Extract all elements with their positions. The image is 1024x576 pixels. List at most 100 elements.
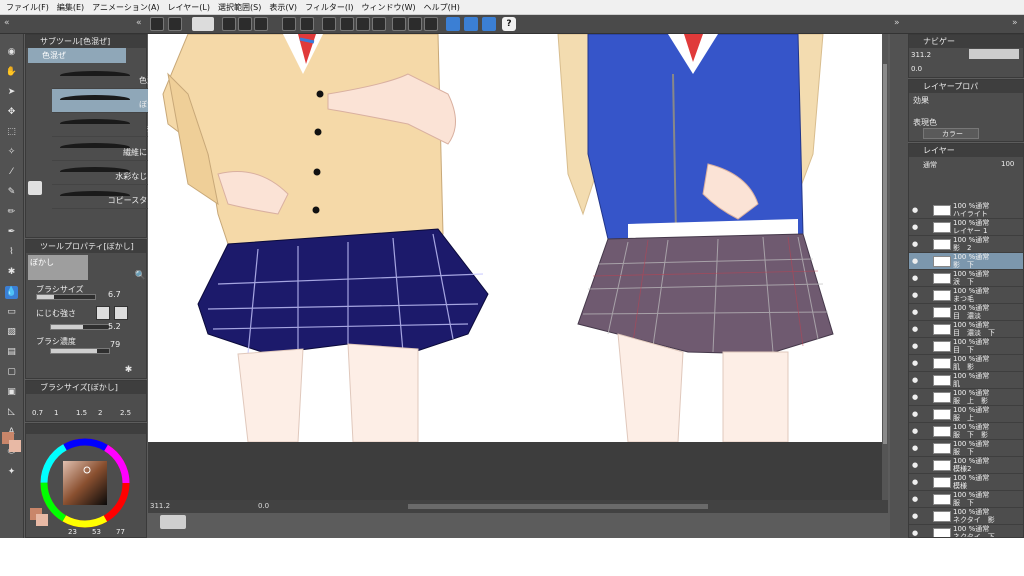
eye-icon[interactable]: ● (912, 257, 920, 265)
menu-item[interactable]: アニメーション(A) (88, 2, 163, 13)
eye-icon[interactable]: ● (912, 291, 920, 299)
crop-icon[interactable] (424, 17, 438, 31)
menu-item[interactable]: レイヤー(L) (164, 2, 214, 13)
canvas-horizontal-scrollbar[interactable] (408, 504, 708, 509)
color-sub-swatch[interactable] (36, 514, 48, 526)
clip-studio-icon[interactable] (192, 17, 214, 31)
menu-item[interactable]: 表示(V) (265, 2, 301, 13)
color-mode-select[interactable]: カラー (923, 128, 979, 139)
layer-row[interactable]: ● 100 %通常服 上 (909, 406, 1023, 423)
layer-row[interactable]: ● 100 %通常涙 下 (909, 270, 1023, 287)
sub-color-swatch[interactable] (9, 440, 21, 452)
transform-icon[interactable] (322, 17, 336, 31)
layer-row[interactable]: ● 100 %通常目 下 (909, 338, 1023, 355)
menu-item[interactable]: フィルター(I) (301, 2, 357, 13)
color-wheel[interactable] (38, 436, 138, 536)
layer-row[interactable]: ● 100 %通常服 下 (909, 491, 1023, 508)
eye-icon[interactable]: ● (912, 461, 920, 469)
eyedropper-tool-icon[interactable]: ⁄ (5, 166, 18, 179)
save-icon[interactable] (254, 17, 268, 31)
density-slider[interactable] (50, 348, 110, 354)
eye-icon[interactable]: ● (912, 223, 920, 231)
subtool-avatar-icon[interactable] (28, 181, 42, 195)
canvas[interactable] (148, 34, 882, 442)
layer-row[interactable]: ● 100 %通常 まつ毛 (909, 287, 1023, 304)
eye-icon[interactable]: ● (912, 240, 920, 248)
layer-row[interactable]: ● 100 %通常 ハイライト (909, 202, 1023, 219)
brush-size-preset[interactable]: 1.5 (76, 409, 87, 417)
layer-row[interactable]: ● 100 %通常 ネクタイ 下 (909, 525, 1023, 537)
eye-icon[interactable]: ● (912, 478, 920, 486)
pencil-tool-icon[interactable]: ✏ (5, 206, 18, 219)
gradient-tool-icon[interactable]: ▤ (5, 346, 18, 359)
canvas-area[interactable] (148, 34, 888, 500)
layer-row[interactable]: ● 100 %通常目 濃淡 (909, 304, 1023, 321)
hand-tool-icon[interactable]: ✋ (5, 66, 18, 79)
layer-row[interactable]: ● 100 %通常肌 (909, 372, 1023, 389)
layer-row[interactable]: ● 100 %通常服 下 (909, 440, 1023, 457)
brush-tool-icon[interactable]: ✒ (5, 226, 18, 239)
move-layer-tool-icon[interactable]: ✥ (5, 106, 18, 119)
menu-item[interactable]: ファイル(F) (2, 2, 53, 13)
blend-strength-slider[interactable] (50, 324, 110, 330)
eye-icon[interactable]: ● (912, 342, 920, 350)
brush-size-preset[interactable]: 0.7 (32, 409, 43, 417)
eye-icon[interactable]: ● (912, 308, 920, 316)
open-file-icon[interactable] (238, 17, 252, 31)
layer-row[interactable]: ● 100 %通常服 上 影 (909, 389, 1023, 406)
deselect-icon[interactable] (392, 17, 406, 31)
eye-icon[interactable]: ● (912, 325, 920, 333)
layer-row[interactable]: ● 100 %通常服 下 影 (909, 423, 1023, 440)
ruler-snap-icon[interactable] (446, 17, 460, 31)
decoration-tool-icon[interactable]: ✱ (5, 266, 18, 279)
navigator-controls[interactable] (969, 49, 1019, 59)
layer-row[interactable]: ● 100 %通常 レイヤー 1 (909, 219, 1023, 236)
pressure-icon[interactable] (96, 306, 110, 320)
eye-icon[interactable]: ● (912, 512, 920, 520)
new-canvas-icon[interactable] (150, 17, 164, 31)
airbrush-tool-icon[interactable]: ⌇ (5, 246, 18, 259)
brush-size-preset[interactable]: 1 (54, 409, 58, 417)
brush-size-preset[interactable]: 2.5 (120, 409, 131, 417)
select-all-icon[interactable] (340, 17, 354, 31)
fill-tool-icon[interactable]: ▨ (5, 326, 18, 339)
eye-icon[interactable]: ● (912, 410, 920, 418)
eye-icon[interactable]: ● (912, 359, 920, 367)
correction-tool-icon[interactable]: ✦ (5, 466, 18, 479)
fill-icon[interactable] (356, 17, 370, 31)
collapse-right-end-icon[interactable]: » (1012, 18, 1018, 28)
zoom-tool-icon[interactable]: ◉ (5, 46, 18, 59)
menu-item[interactable]: ヘルプ(H) (420, 2, 464, 13)
eraser-tool-icon[interactable]: ▭ (5, 306, 18, 319)
collapse-icon[interactable]: « (136, 18, 142, 28)
grid-snap-icon[interactable] (482, 17, 496, 31)
eye-icon[interactable]: ● (912, 274, 920, 282)
layer-row[interactable]: ● 100 %通常影 2 (909, 236, 1023, 253)
layout-icon[interactable] (168, 17, 182, 31)
figure-tool-icon[interactable]: ▢ (5, 366, 18, 379)
layer-row[interactable]: ● 100 %通常目 濃淡 下 (909, 321, 1023, 338)
undo-icon[interactable] (282, 17, 296, 31)
eye-icon[interactable]: ● (912, 529, 920, 537)
eye-icon[interactable]: ● (912, 495, 920, 503)
auto-select-tool-icon[interactable]: ✧ (5, 146, 18, 159)
redo-icon[interactable] (300, 17, 314, 31)
tool-settings-icon[interactable]: ✱ (122, 364, 135, 377)
brush-size-slider[interactable] (36, 294, 96, 300)
help-button[interactable]: ? (502, 17, 516, 31)
canvas-vertical-scrollbar[interactable] (882, 34, 888, 500)
subtool-group-tab[interactable]: 色混ぜ (28, 48, 126, 63)
timeline-icon[interactable] (160, 515, 186, 529)
layer-row[interactable]: ● 100 %通常肌 影 (909, 355, 1023, 372)
collapse-left-icon[interactable]: « (4, 18, 10, 28)
collapse-right-icon[interactable]: » (894, 18, 900, 28)
eye-icon[interactable]: ● (912, 444, 920, 452)
layer-row[interactable]: ● 100 %通常影 下 (909, 253, 1023, 270)
ruler-tool-icon[interactable]: ◺ (5, 406, 18, 419)
eye-icon[interactable]: ● (912, 206, 920, 214)
special-ruler-snap-icon[interactable] (464, 17, 478, 31)
menu-item[interactable]: 編集(E) (53, 2, 88, 13)
clear-icon[interactable] (372, 17, 386, 31)
selection-tool-icon[interactable]: ⬚ (5, 126, 18, 139)
brush-size-preset[interactable]: 2 (98, 409, 102, 417)
